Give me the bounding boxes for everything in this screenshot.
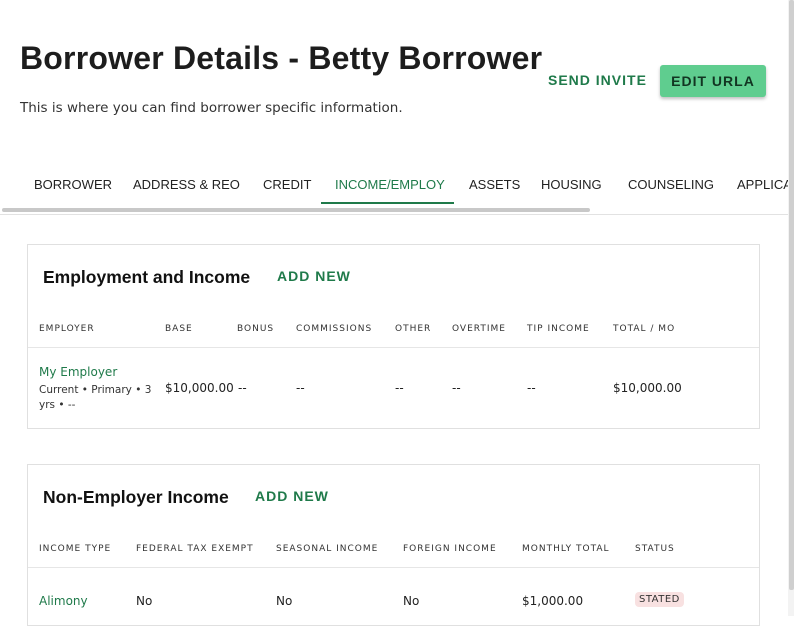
employment-income-title: Employment and Income <box>43 267 251 287</box>
row-divider <box>28 347 759 348</box>
foreign-income-value: No <box>403 594 420 608</box>
monthly-total-value: $1,000.00 <box>522 594 584 608</box>
income-type-link[interactable]: Alimony <box>39 594 88 608</box>
send-invite-button[interactable]: SEND INVITE <box>548 72 647 88</box>
column-header-total-mo[interactable]: TOTAL / MO <box>613 324 675 334</box>
commissions-value: -- <box>296 381 305 395</box>
base-value: $10,000.00 <box>165 381 234 395</box>
column-header-foreign-income[interactable]: FOREIGN INCOME <box>403 544 497 554</box>
page-title: Borrower Details - Betty Borrower <box>20 40 543 76</box>
tab-borrower[interactable]: BORROWER <box>34 164 112 206</box>
edit-urla-button[interactable]: EDIT URLA <box>660 65 766 97</box>
bonus-value: -- <box>238 381 247 395</box>
column-header-other[interactable]: OTHER <box>395 324 431 334</box>
status-badge: STATED <box>635 592 684 607</box>
tab-scrollbar[interactable] <box>2 208 590 212</box>
column-header-bonus[interactable]: BONUS <box>237 324 274 334</box>
page-scrollbar[interactable] <box>789 0 794 590</box>
tab-assets[interactable]: ASSETS <box>469 164 520 206</box>
federal-tax-exempt-value: No <box>136 594 153 608</box>
column-header-employer[interactable]: EMPLOYER <box>39 324 95 334</box>
non-employer-income-card: Non-Employer Income ADD NEW INCOME TYPE … <box>27 464 760 626</box>
column-header-overtime[interactable]: OVERTIME <box>452 324 506 334</box>
add-non-employer-income-button[interactable]: ADD NEW <box>255 488 329 504</box>
overtime-value: -- <box>452 381 461 395</box>
tab-address-reo[interactable]: ADDRESS & REO <box>133 164 240 206</box>
employer-link[interactable]: My Employer <box>39 365 117 379</box>
total-mo-value: $10,000.00 <box>613 381 682 395</box>
column-header-monthly-total[interactable]: MONTHLY TOTAL <box>522 544 610 554</box>
tab-bar: BORROWER ADDRESS & REO CREDIT INCOME/EMP… <box>0 164 794 215</box>
page-subtitle: This is where you can find borrower spec… <box>20 100 403 116</box>
other-value: -- <box>395 381 404 395</box>
column-header-base[interactable]: BASE <box>165 324 193 334</box>
column-header-federal-tax-exempt[interactable]: FEDERAL TAX EXEMPT <box>136 544 254 554</box>
column-header-commissions[interactable]: COMMISSIONS <box>296 324 372 334</box>
tip-income-value: -- <box>527 381 536 395</box>
column-header-income-type[interactable]: INCOME TYPE <box>39 544 111 554</box>
active-tab-indicator <box>321 202 454 204</box>
seasonal-income-value: No <box>276 594 293 608</box>
employer-meta: Current • Primary • 3 yrs • -- <box>39 384 152 411</box>
tab-application[interactable]: APPLICAT <box>737 164 794 206</box>
tab-income-employ[interactable]: INCOME/EMPLOY <box>335 164 445 206</box>
add-employment-button[interactable]: ADD NEW <box>277 268 351 284</box>
tab-housing[interactable]: HOUSING <box>541 164 602 206</box>
employment-income-card: Employment and Income ADD NEW EMPLOYER B… <box>27 244 760 429</box>
row-divider <box>28 567 759 568</box>
column-header-status[interactable]: STATUS <box>635 544 675 554</box>
tab-counseling[interactable]: COUNSELING <box>628 164 714 206</box>
column-header-tip-income[interactable]: TIP INCOME <box>527 324 590 334</box>
tab-credit[interactable]: CREDIT <box>263 164 311 206</box>
non-employer-income-title: Non-Employer Income <box>43 487 229 507</box>
column-header-seasonal-income[interactable]: SEASONAL INCOME <box>276 544 378 554</box>
